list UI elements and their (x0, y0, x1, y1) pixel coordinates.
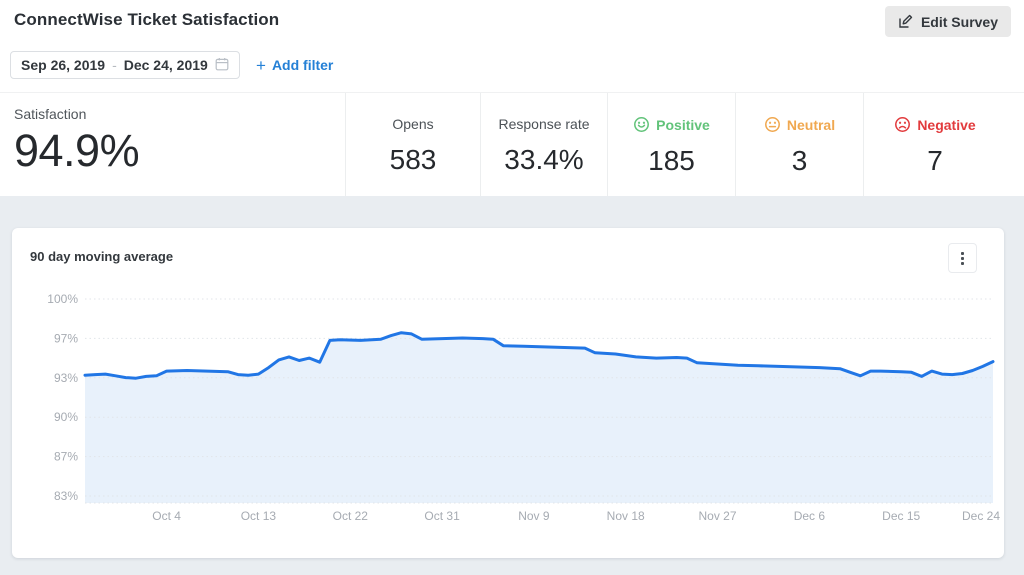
edit-pencil-icon (898, 14, 913, 29)
moving-average-area (85, 332, 993, 503)
x-tick-label: Oct 13 (241, 509, 277, 523)
page-title: ConnectWise Ticket Satisfaction (14, 10, 280, 29)
plus-icon: + (256, 55, 266, 75)
chart-title: 90 day moving average (30, 249, 174, 264)
date-range-separator: - (112, 57, 117, 73)
date-range-picker[interactable]: Sep 26, 2019 - Dec 24, 2019 (10, 51, 240, 79)
satisfaction-label: Satisfaction (14, 106, 87, 122)
x-tick-label: Oct 4 (152, 509, 181, 523)
stat-label: Opens (392, 116, 434, 132)
stat-satisfaction: Satisfaction 94.9% (14, 106, 140, 177)
moving-average-chart: 100% 97% 93% 90% 87% 83% Oct 4 Oct 13 Oct 22 Oct … (47, 292, 1000, 523)
date-range-start: Sep 26, 2019 (21, 57, 106, 73)
x-tick-label: Dec 24 (962, 509, 1000, 523)
stat-label: Neutral (786, 116, 836, 133)
stat-label: Negative (917, 116, 976, 133)
y-tick-label: 93% (54, 371, 78, 385)
x-tick-label: Nov 18 (607, 509, 645, 523)
edit-survey-button[interactable]: Edit Survey (884, 6, 1011, 37)
y-tick-label: 83% (54, 489, 78, 503)
y-tick-label: 97% (54, 331, 78, 345)
satisfaction-value: 94.9% (14, 125, 140, 176)
add-filter-label: Add filter (271, 57, 334, 73)
stats-row: Satisfaction 94.9% Opens 583 Response rate… (0, 92, 1024, 197)
stat-opens: Opens 583 (345, 93, 480, 197)
y-tick-label: 100% (47, 292, 78, 306)
add-filter-button[interactable]: + Add filter (256, 51, 333, 79)
stat-positive: Positive 185 (607, 93, 735, 197)
x-tick-label: Nov 9 (518, 509, 550, 523)
x-tick-label: Oct 31 (424, 509, 460, 523)
stat-value: 583 (389, 144, 437, 175)
stat-value: 185 (648, 145, 695, 176)
stat-negative: Negative 7 (863, 93, 1024, 197)
stat-neutral: Neutral 3 (735, 93, 863, 197)
frown-icon (894, 116, 911, 133)
chart-card: 100% 97% 93% 90% 87% 83% Oct 4 Oct 13 Oct 22 Oct … (12, 228, 1004, 558)
x-tick-label: Dec 15 (882, 509, 920, 523)
x-tick-label: Nov 27 (698, 509, 736, 523)
y-tick-label: 87% (54, 450, 78, 464)
date-range-end: Dec 24, 2019 (123, 57, 208, 73)
calendar-icon (215, 57, 229, 74)
stat-label: Response rate (498, 116, 590, 132)
smile-icon (633, 116, 650, 133)
stat-response-rate: Response rate 33.4% (480, 93, 607, 197)
stat-label: Positive (656, 116, 710, 133)
x-tick-label: Dec 6 (794, 509, 826, 523)
y-tick-label: 90% (54, 410, 78, 424)
stat-value: 3 (791, 145, 808, 176)
neutral-face-icon (764, 116, 781, 133)
x-tick-label: Oct 22 (333, 509, 369, 523)
edit-survey-label: Edit Survey (920, 13, 998, 30)
stat-value: 7 (927, 145, 943, 176)
kebab-menu-button[interactable] (948, 243, 977, 273)
stat-value: 33.4% (504, 144, 584, 175)
